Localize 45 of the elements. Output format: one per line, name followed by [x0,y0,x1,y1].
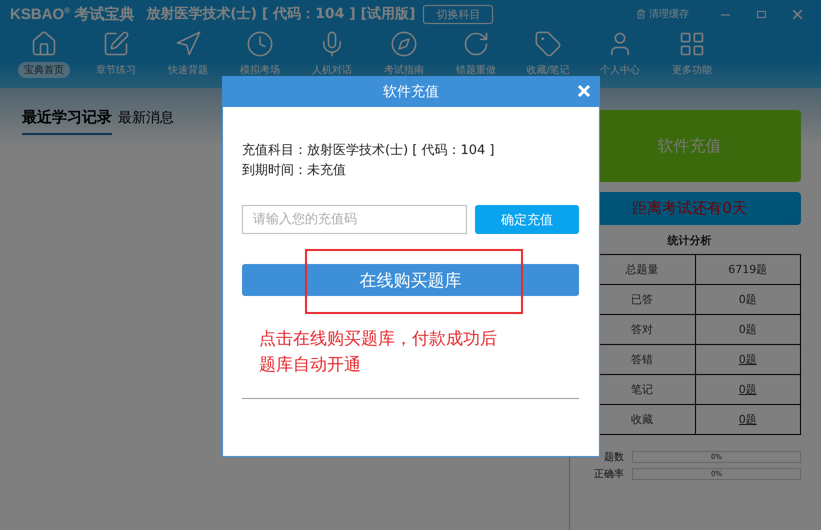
tag-icon [534,30,562,58]
count-link[interactable]: 0题 [694,404,800,434]
subject-title: 放射医学技术(士) [ 代码：104 ] [试用版] [146,5,416,23]
grid-icon [678,30,706,58]
nav-item[interactable]: 模拟考场 [224,28,296,78]
progress-label: 题数 [603,451,624,464]
confirm-recharge-button[interactable]: 确定充值 [475,205,579,234]
nav-item[interactable]: 个人中心 [584,28,656,78]
table-cell: 0题 [694,284,800,314]
nav-item[interactable]: 考试指南 [368,28,440,78]
info-line: 充值科目：放射医学技术(士) [ 代码：104 ] [242,142,496,160]
tab[interactable]: 最新消息 [118,109,174,135]
nav-item[interactable]: 收藏/笔记 [512,28,584,78]
stats-title: 统计分析 [666,233,712,248]
tab[interactable]: 最近学习记录 [22,108,112,135]
maximize-icon [756,10,766,18]
switch-subject-button[interactable]: 切换科目 [423,4,494,24]
paper-plane-icon [174,30,202,58]
nav-item[interactable]: 宝典首页 [8,28,80,78]
table-cell-text: 总题量 [624,262,660,278]
edit-icon [102,30,130,58]
clock-icon [246,30,274,58]
clear-cache-button[interactable]: 清理缓存 [636,7,689,21]
buy-online-button[interactable]: 在线购买题库 [242,264,579,296]
close-icon [792,10,802,18]
count-link[interactable]: 0题 [694,374,800,404]
redo-icon [462,30,490,58]
close-icon[interactable] [577,84,591,98]
app-logo: KSBAO$^{®}$ 考试宝典 [10,4,134,24]
compass-icon [390,30,418,58]
table-cell: 6719题 [694,255,800,284]
info-line: 到期时间：未充值 [242,162,347,180]
trash-icon [636,9,646,19]
home-icon [30,30,58,58]
dialog-title: 软件充值 [383,83,439,101]
nav-item[interactable]: 章节练习 [80,28,152,78]
count-link[interactable]: 0题 [694,344,800,374]
table-cell: 0题 [694,314,800,344]
annotation-text: 点击在线购买题库，付款成功后题库自动开通 [259,328,498,377]
nav-item[interactable]: 错题重做 [440,28,512,78]
nav-item[interactable]: 快速背题 [152,28,224,78]
nav-item[interactable]: 更多功能 [656,28,728,78]
nav-item[interactable]: 人机对话 [296,28,368,78]
code-input-field[interactable]: 请输入您的充值码 [242,205,467,234]
progress-label: 正确率 [593,468,624,481]
